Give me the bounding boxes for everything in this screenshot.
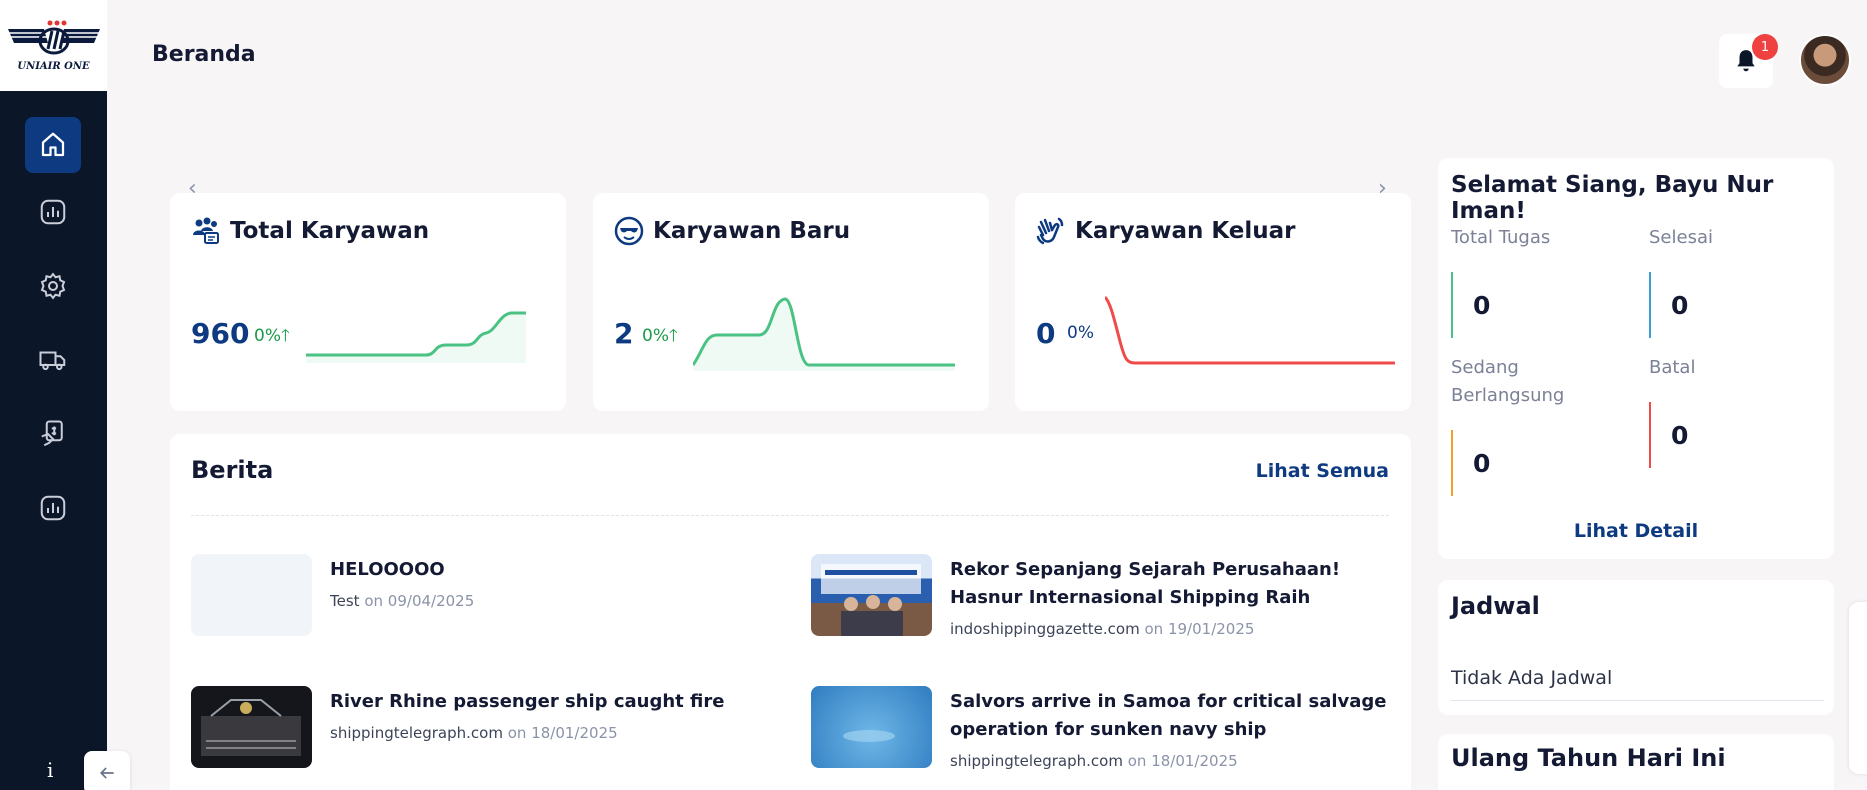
news-meta: shippingtelegraph.com on 18/01/2025	[950, 752, 1238, 770]
news-title: Salvors arrive in Samoa for critical sal…	[950, 691, 1387, 740]
chart-icon	[40, 495, 66, 521]
schedule-empty-text: Tidak Ada Jadwal	[1451, 667, 1613, 689]
money-hand-icon	[41, 420, 63, 447]
cancel-value: 0	[1649, 402, 1688, 468]
news-item[interactable]: Rekor Sepanjang Sejarah Perusahaan! Hasn…	[811, 554, 1391, 638]
notification-badge: 1	[1752, 34, 1778, 60]
stat-percent: 0%🡑	[254, 326, 290, 346]
stat-title: Karyawan Baru	[613, 215, 850, 247]
collapse-sidebar-button[interactable]	[84, 751, 130, 790]
birthday-heading: Ulang Tahun Hari Ini	[1451, 744, 1726, 772]
company-logo[interactable]: UNIAIR ONE	[0, 0, 107, 91]
total-tasks-label: Total Tugas	[1451, 227, 1551, 248]
divider	[1451, 700, 1824, 701]
greeting: Selamat Siang, Bayu Nur Iman!	[1451, 172, 1774, 224]
gear-icon	[40, 272, 66, 300]
home-icon	[41, 132, 65, 157]
truck-icon	[39, 351, 66, 371]
winged-logo-icon	[5, 20, 102, 55]
stat-title: Total Karyawan	[190, 215, 429, 247]
news-title: HELOOOOO	[330, 559, 445, 580]
sparkline-karyawan-keluar	[1105, 295, 1395, 365]
sidebar-item-settings[interactable]	[25, 258, 81, 314]
news-see-all-link[interactable]: Lihat Semua	[1256, 460, 1389, 482]
news-meta: indoshippinggazette.com on 19/01/2025	[950, 620, 1255, 638]
done-value: 0	[1649, 272, 1688, 338]
press-conference-photo	[821, 564, 921, 636]
news-title: River Rhine passenger ship caught fire	[330, 691, 725, 712]
ongoing-value: 0	[1451, 430, 1490, 496]
arrow-up-icon: 🡑	[280, 326, 290, 346]
sidebar-item-home[interactable]	[25, 117, 81, 173]
birthday-card: Ulang Tahun Hari Ini	[1438, 734, 1834, 790]
sparkline-karyawan-baru	[693, 297, 955, 371]
stat-value: 960	[191, 317, 250, 350]
see-detail-link[interactable]: Lihat Detail	[1438, 520, 1834, 542]
stat-card-total-karyawan: Total Karyawan 960 0%🡑	[170, 193, 566, 411]
stat-card-karyawan-baru: Karyawan Baru 2 0%🡑	[593, 193, 989, 411]
ongoing-label: Sedang Berlangsung	[1451, 357, 1565, 406]
news-heading: Berita	[191, 456, 274, 484]
sidebar: i	[0, 91, 107, 790]
arrow-left-icon	[99, 767, 114, 779]
info-icon[interactable]: i	[47, 758, 53, 782]
waving-hand-icon	[1036, 217, 1064, 245]
done-label: Selesai	[1649, 227, 1713, 248]
divider	[191, 515, 1389, 516]
news-item[interactable]: River Rhine passenger ship caught fire s…	[191, 686, 771, 768]
sidebar-item-shipping[interactable]	[25, 332, 81, 388]
stat-card-karyawan-keluar: Karyawan Keluar 0 0%	[1015, 193, 1411, 411]
users-icon	[193, 217, 219, 244]
news-meta: Test on 09/04/2025	[330, 592, 475, 610]
news-title: Rekor Sepanjang Sejarah Perusahaan! Hasn…	[950, 559, 1341, 608]
stat-percent: 0%🡑	[642, 326, 678, 346]
stat-percent: 0%	[1067, 323, 1094, 343]
total-tasks-value: 0	[1451, 272, 1490, 338]
task-summary-card: Selamat Siang, Bayu Nur Iman! Total Tuga…	[1438, 158, 1834, 559]
sparkline-total-karyawan	[306, 311, 526, 363]
news-thumbnail	[811, 686, 932, 768]
sidebar-item-reports[interactable]	[25, 184, 81, 240]
ocean-aerial-photo	[843, 730, 895, 742]
news-item[interactable]: HELOOOOO Test on 09/04/2025	[191, 554, 771, 636]
ship-fire-photo	[201, 699, 301, 756]
stat-value: 2	[614, 317, 634, 350]
logo-text: UNIAIR ONE	[17, 61, 90, 72]
stat-value: 0	[1036, 317, 1056, 350]
side-panel-tab[interactable]	[1849, 602, 1867, 774]
chart-icon	[40, 199, 66, 225]
schedule-heading: Jadwal	[1451, 592, 1540, 620]
sidebar-item-analytics[interactable]	[25, 480, 81, 536]
schedule-card: Jadwal Tidak Ada Jadwal	[1438, 580, 1834, 715]
avatar[interactable]	[1799, 34, 1851, 86]
sidebar-item-finance[interactable]	[25, 406, 81, 462]
news-thumbnail	[191, 686, 312, 768]
page-title: Beranda	[152, 42, 256, 67]
news-thumbnail	[191, 554, 312, 636]
news-meta: shippingtelegraph.com on 18/01/2025	[330, 724, 618, 742]
cool-face-icon	[614, 216, 644, 246]
stat-title: Karyawan Keluar	[1035, 215, 1296, 247]
arrow-up-icon: 🡑	[668, 326, 678, 346]
news-thumbnail	[811, 554, 932, 636]
news-item[interactable]: Salvors arrive in Samoa for critical sal…	[811, 686, 1391, 770]
cancel-label: Batal	[1649, 357, 1696, 378]
news-card: Berita Lihat Semua HELOOOOO Test on 09/0…	[170, 434, 1411, 790]
